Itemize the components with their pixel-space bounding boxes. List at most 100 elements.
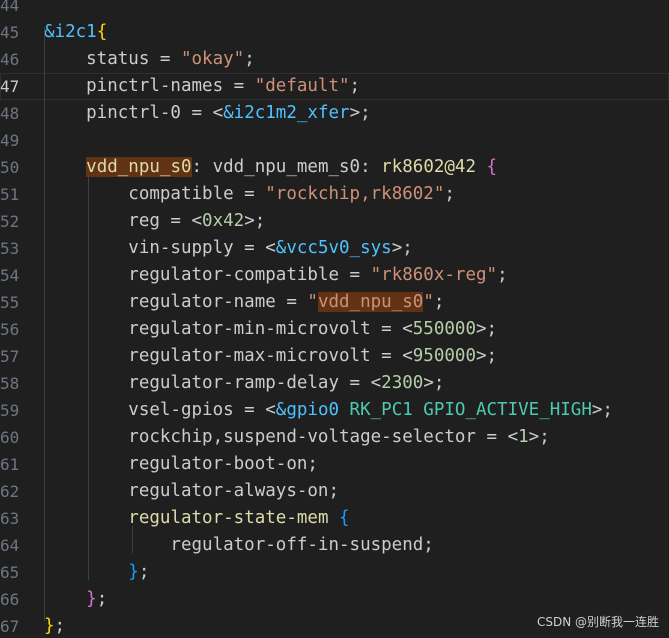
- line-code: compatible = "rockchip,rk8602";: [44, 181, 455, 208]
- code-token: ": [307, 292, 318, 312]
- indent-guide-level2: [88, 175, 89, 580]
- code-token: ;: [433, 292, 445, 312]
- code-line[interactable]: 48 pinctrl-0 = <&i2c1m2_xfer>;: [0, 100, 669, 127]
- code-token: >;: [475, 319, 498, 339]
- code-token: &vcc5v0_sys: [275, 238, 392, 258]
- code-token: >;: [349, 103, 371, 123]
- line-number: 44: [0, 0, 20, 15]
- code-line[interactable]: 51 compatible = "rockchip,rk8602";: [0, 181, 669, 208]
- code-token: ;: [497, 265, 508, 285]
- code-token: 0x42: [202, 211, 245, 231]
- code-token: rk8602@42: [381, 157, 476, 177]
- code-token: vdd_npu_s0: [86, 157, 192, 177]
- code-token: "okay": [180, 49, 245, 69]
- code-line[interactable]: 62 regulator-always-on;: [0, 478, 669, 505]
- code-token: vsel-gpios = <: [44, 400, 276, 420]
- line-code: status = "okay";: [44, 46, 255, 73]
- code-line[interactable]: 61 regulator-boot-on;: [0, 451, 669, 478]
- code-line[interactable]: 50 vdd_npu_s0: vdd_npu_mem_s0: rk8602@42…: [0, 154, 669, 181]
- code-token: ;: [244, 49, 255, 69]
- code-token: }: [44, 616, 55, 636]
- code-line[interactable]: 59 vsel-gpios = <&gpio0 RK_PC1 GPIO_ACTI…: [0, 397, 669, 424]
- code-token: "rockchip,rk8602": [265, 184, 445, 204]
- line-code: &i2c1{: [44, 19, 107, 46]
- line-code: pinctrl-0 = <&i2c1m2_xfer>;: [44, 100, 371, 127]
- code-line[interactable]: 54 regulator-compatible = "rk860x-reg";: [0, 262, 669, 289]
- code-token: 550000: [412, 319, 476, 339]
- code-token: &gpio0: [275, 400, 340, 420]
- line-number: 63: [0, 509, 20, 528]
- line-number: 64: [0, 536, 20, 555]
- line-number: 46: [0, 50, 20, 69]
- line-number: 48: [0, 104, 20, 123]
- line-code: regulator-name = "vdd_npu_s0";: [44, 289, 444, 316]
- code-editor[interactable]: 44 45 &i2c1{46 status = "okay"; 47 pinctrl-…: [0, 0, 669, 638]
- line-number: 62: [0, 482, 20, 501]
- code-line[interactable]: 63 regulator-state-mem {: [0, 505, 669, 532]
- code-token: >;: [528, 427, 550, 447]
- code-token: regulator-name =: [44, 292, 308, 312]
- code-line[interactable]: 60 rockchip,suspend-voltage-selector = <…: [0, 424, 669, 451]
- code-token: "rk860x-reg": [370, 265, 498, 285]
- line-code: };: [44, 586, 107, 613]
- code-line[interactable]: 52 reg = <0x42>;: [0, 208, 669, 235]
- line-number: 65: [0, 563, 20, 582]
- line-code: regulator-boot-on;: [44, 451, 318, 478]
- code-token: status =: [44, 49, 181, 69]
- line-number: 60: [0, 428, 20, 447]
- line-code: };: [44, 559, 149, 586]
- code-line[interactable]: 65 };: [0, 559, 669, 586]
- code-token: "default": [254, 76, 350, 96]
- code-token: pinctrl-0 = <: [44, 103, 224, 123]
- code-line[interactable]: 64 regulator-off-in-suspend;: [0, 532, 669, 559]
- line-code: };: [44, 613, 65, 638]
- code-token: >;: [244, 211, 266, 231]
- code-token: {: [339, 508, 350, 528]
- code-token: }: [128, 562, 139, 582]
- line-number: 61: [0, 455, 20, 474]
- code-line[interactable]: 58 regulator-ramp-delay = <2300>;: [0, 370, 669, 397]
- line-number: 51: [0, 185, 20, 204]
- code-line[interactable]: 53 vin-supply = <&vcc5v0_sys>;: [0, 235, 669, 262]
- code-line[interactable]: 47 pinctrl-names = "default";: [0, 73, 669, 100]
- code-line[interactable]: 44: [0, 0, 669, 19]
- code-line[interactable]: 55 regulator-name = "vdd_npu_s0";: [0, 289, 669, 316]
- code-line[interactable]: 57 regulator-max-microvolt = <950000>;: [0, 343, 669, 370]
- line-code: vin-supply = <&vcc5v0_sys>;: [44, 235, 413, 262]
- code-token: regulator-compatible =: [44, 265, 371, 285]
- code-token: vin-supply = <: [44, 238, 276, 258]
- code-line[interactable]: 66 };: [0, 586, 669, 613]
- line-code: vsel-gpios = <&gpio0 RK_PC1 GPIO_ACTIVE_…: [44, 397, 613, 424]
- code-token: &i2c1m2_xfer: [223, 103, 350, 123]
- code-token: regulator-boot-on;: [44, 454, 318, 474]
- code-line[interactable]: 49: [0, 127, 669, 154]
- code-token: {: [96, 22, 108, 42]
- line-code: regulator-max-microvolt = <950000>;: [44, 343, 497, 370]
- code-line[interactable]: 56 regulator-min-microvolt = <550000>;: [0, 316, 669, 343]
- watermark: CSDN @别断我一连胜: [536, 615, 659, 629]
- line-number: 54: [0, 266, 20, 285]
- code-token: ;: [96, 589, 108, 609]
- line-number: 50: [0, 158, 20, 177]
- code-token: RK_PC1 GPIO_ACTIVE_HIGH: [339, 400, 592, 420]
- line-code: regulator-state-mem {: [44, 505, 350, 532]
- code-token: regulator-max-microvolt = <: [44, 346, 413, 366]
- code-token: {: [486, 157, 498, 177]
- line-number: 45: [0, 23, 20, 42]
- code-token: regulator-state-mem: [128, 508, 329, 528]
- line-number: 52: [0, 212, 20, 231]
- line-number: 66: [0, 590, 20, 609]
- code-line[interactable]: 45 &i2c1{: [0, 19, 669, 46]
- line-code: vdd_npu_s0: vdd_npu_mem_s0: rk8602@42 {: [44, 154, 497, 181]
- code-line[interactable]: 46 status = "okay";: [0, 46, 669, 73]
- code-token: ;: [138, 562, 150, 582]
- code-token: reg = <: [44, 211, 203, 231]
- line-number: 56: [0, 320, 20, 339]
- line-number: 57: [0, 347, 20, 366]
